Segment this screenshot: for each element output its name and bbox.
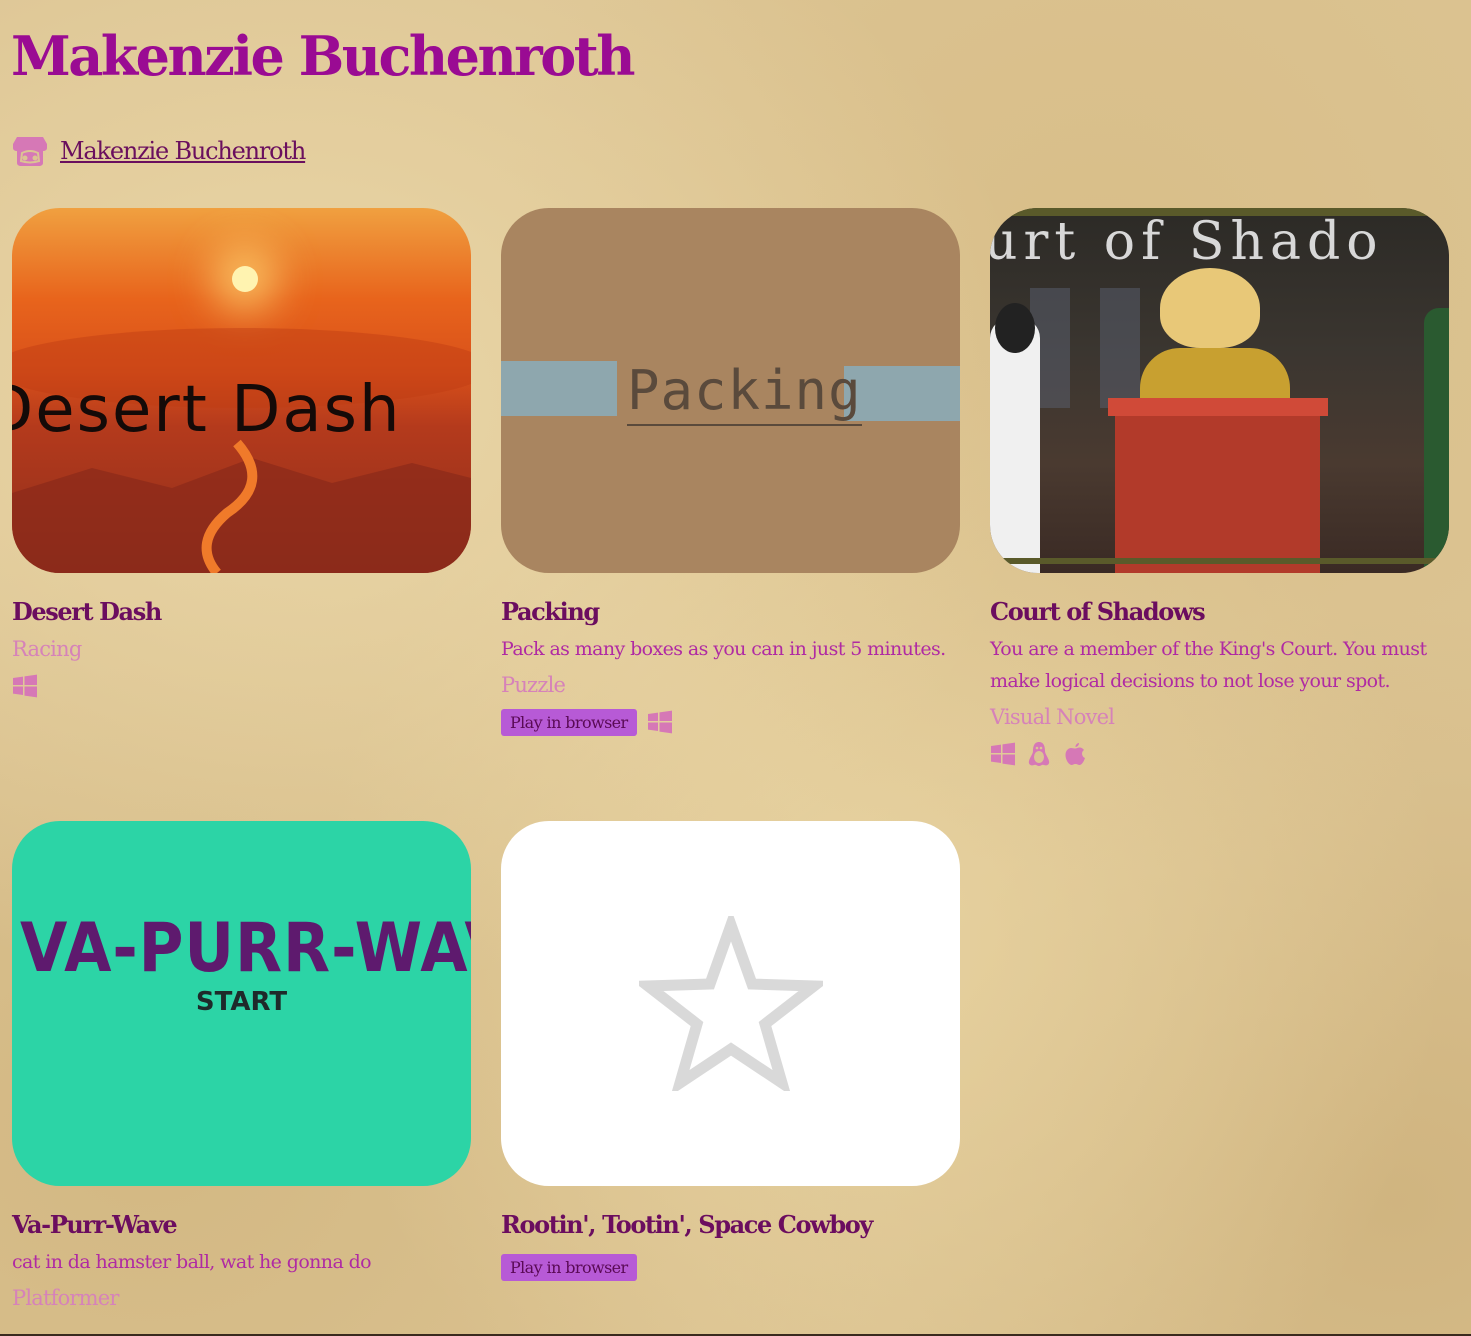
- linux-icon: [1028, 742, 1050, 766]
- profile-link[interactable]: Makenzie Buchenroth: [12, 134, 306, 168]
- game-card-packing[interactable]: Packing Packing Pack as many boxes as yo…: [501, 208, 960, 737]
- game-title[interactable]: Court of Shadows: [990, 595, 1449, 629]
- game-card-desert-dash[interactable]: Desert Dash Desert Dash Racing: [12, 208, 471, 701]
- thumbnail-title-text: VA-PURR-WAVE: [20, 909, 471, 988]
- star-icon: [639, 916, 823, 1091]
- windows-icon: [991, 742, 1015, 766]
- apple-icon: [1065, 743, 1085, 765]
- platform-list: Play in browser: [501, 1252, 960, 1282]
- game-thumbnail[interactable]: Packing: [501, 208, 960, 573]
- game-card-va-purr-wave[interactable]: VA-PURR-WAVE START Va-Purr-Wave cat in d…: [12, 821, 471, 1314]
- game-card-court-of-shadows[interactable]: urt of Shado Court of Shadows You are a …: [990, 208, 1449, 769]
- game-description: You are a member of the King's Court. Yo…: [990, 638, 1427, 692]
- thumbnail-title-text: Packing: [627, 358, 862, 426]
- game-genre: Visual Novel: [990, 705, 1115, 729]
- game-description: Pack as many boxes as you can in just 5 …: [501, 638, 946, 660]
- game-thumbnail[interactable]: VA-PURR-WAVE START: [12, 821, 471, 1186]
- game-genre: Platformer: [12, 1286, 119, 1310]
- game-thumbnail[interactable]: [501, 821, 960, 1186]
- play-in-browser-badge: Play in browser: [501, 1253, 637, 1281]
- game-title[interactable]: Packing: [501, 595, 960, 629]
- thumbnail-title-text: urt of Shado: [990, 212, 1384, 272]
- game-thumbnail[interactable]: Desert Dash: [12, 208, 471, 573]
- thumbnail-title-text: Desert Dash: [12, 373, 402, 447]
- play-in-browser-badge: Play in browser: [501, 708, 637, 736]
- game-title[interactable]: Rootin', Tootin', Space Cowboy: [501, 1208, 960, 1242]
- game-genre: Puzzle: [501, 673, 566, 697]
- profile-link-label[interactable]: Makenzie Buchenroth: [60, 137, 306, 165]
- thumbnail-start-text: START: [195, 987, 288, 1017]
- platform-list: [990, 739, 1449, 769]
- itch-io-icon: [13, 137, 47, 166]
- game-title[interactable]: Desert Dash: [12, 595, 471, 629]
- windows-icon: [647, 710, 672, 734]
- game-genre: Racing: [12, 637, 82, 661]
- platform-list: [12, 671, 471, 701]
- game-card-space-cowboy[interactable]: Rootin', Tootin', Space Cowboy Play in b…: [501, 821, 960, 1282]
- page-title: Makenzie Buchenroth: [11, 24, 635, 88]
- windows-icon: [13, 674, 37, 698]
- game-title[interactable]: Va-Purr-Wave: [12, 1208, 471, 1242]
- game-thumbnail[interactable]: urt of Shado: [990, 208, 1449, 573]
- platform-list: Play in browser: [501, 707, 960, 737]
- game-description: cat in da hamster ball, wat he gonna do: [12, 1251, 372, 1273]
